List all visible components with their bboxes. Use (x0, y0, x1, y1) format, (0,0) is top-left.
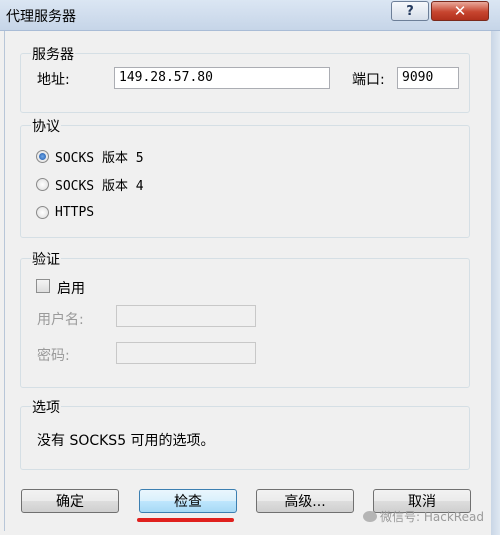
radio-https-label: HTTPS (55, 204, 95, 220)
options-message: 没有 SOCKS5 可用的选项。 (37, 433, 215, 449)
radio-button[interactable] (36, 177, 49, 191)
auth-group-title: 验证 (31, 249, 61, 269)
wechat-icon (363, 511, 377, 522)
advanced-button[interactable]: 高级... (256, 489, 354, 513)
window-border (491, 31, 500, 535)
username-label: 用户名: (37, 312, 84, 328)
close-icon: ✕ (453, 2, 467, 20)
radio-button-checked[interactable] (36, 149, 49, 163)
port-label: 端口: (352, 72, 385, 88)
ok-button[interactable]: 确定 (21, 489, 119, 513)
radio-socks5-label: SOCKS 版本 5 (55, 150, 144, 166)
help-button[interactable]: ? (391, 1, 429, 21)
protocol-group-title: 协议 (31, 116, 61, 136)
radio-https[interactable]: HTTPS (36, 203, 94, 221)
watermark-text: 微信号: HackRead (380, 510, 484, 524)
window-title: 代理服务器 (6, 9, 76, 25)
watermark: 微信号: HackRead (363, 508, 484, 525)
options-group-title: 选项 (31, 397, 61, 417)
radio-socks5[interactable]: SOCKS 版本 5 (36, 147, 144, 166)
highlight-underline (137, 518, 234, 522)
port-field[interactable]: 9090 (397, 67, 459, 89)
address-field[interactable]: 149.28.57.80 (114, 67, 330, 89)
username-field[interactable] (116, 305, 256, 327)
enable-auth-checkbox[interactable] (36, 279, 50, 293)
radio-socks4-label: SOCKS 版本 4 (55, 178, 144, 194)
address-label: 地址: (37, 72, 70, 88)
enable-auth-label: 启用 (57, 281, 85, 297)
password-label: 密码: (37, 348, 70, 364)
check-button[interactable]: 检查 (139, 489, 237, 513)
help-icon: ? (406, 3, 414, 19)
title-bar[interactable]: 代理服务器 ? ✕ (0, 0, 500, 31)
close-button[interactable]: ✕ (431, 1, 489, 21)
password-field[interactable] (116, 342, 256, 364)
radio-socks4[interactable]: SOCKS 版本 4 (36, 175, 144, 194)
server-group-title: 服务器 (31, 44, 75, 64)
radio-button[interactable] (36, 205, 49, 219)
